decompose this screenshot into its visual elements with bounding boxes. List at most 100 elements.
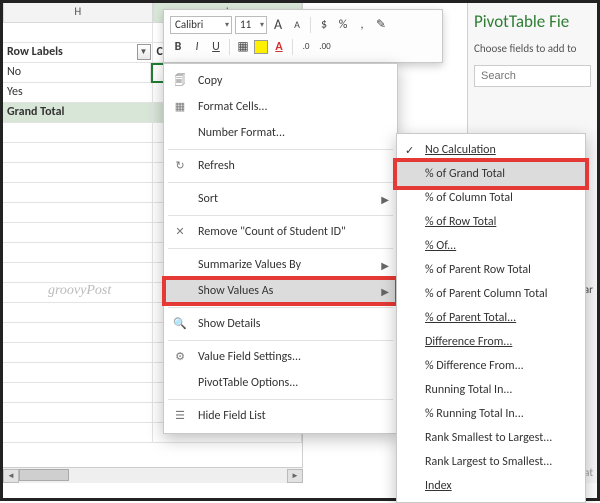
empty-cell[interactable]: [3, 143, 153, 163]
currency-format-button[interactable]: $: [316, 16, 332, 34]
menu-sort[interactable]: Sort▶: [164, 186, 397, 212]
format-cells-icon: ▦: [172, 99, 188, 115]
menu-summarize-values-by[interactable]: Summarize Values By▶: [164, 252, 397, 278]
percent-format-button[interactable]: %: [335, 16, 351, 34]
empty-cell[interactable]: [3, 263, 153, 283]
increase-decimal-button[interactable]: .0: [298, 38, 314, 56]
grow-font-button[interactable]: A: [270, 16, 286, 34]
empty-cell[interactable]: [3, 303, 153, 323]
menu-show-details[interactable]: 🔍 Show Details: [164, 311, 397, 337]
empty-cell[interactable]: [3, 123, 153, 143]
pivot-grand-total-label[interactable]: Grand Total: [3, 103, 153, 123]
italic-button[interactable]: I: [189, 38, 205, 56]
field-list-icon: ☰: [172, 408, 188, 424]
menu-value-field-settings[interactable]: ⚙ Value Field Settings...: [164, 344, 397, 370]
empty-cell[interactable]: [3, 343, 153, 363]
comma-format-button[interactable]: ,: [354, 16, 370, 34]
empty-cell[interactable]: [3, 163, 153, 183]
empty-cell[interactable]: [3, 423, 153, 443]
submenu-pct-of[interactable]: % Of...: [397, 234, 585, 258]
submenu-running-total[interactable]: Running Total In...: [397, 378, 585, 402]
field-settings-icon: ⚙: [172, 349, 188, 365]
menu-separator: [168, 182, 393, 183]
empty-cell[interactable]: [3, 243, 153, 263]
scroll-left-button[interactable]: ◄: [3, 469, 19, 483]
format-painter-button[interactable]: ✎: [373, 16, 389, 34]
empty-cell[interactable]: [3, 323, 153, 343]
menu-separator: [168, 307, 393, 308]
shrink-font-button[interactable]: A: [289, 16, 305, 34]
pivot-row-labels-header[interactable]: Row Labels ▼: [3, 43, 153, 63]
mini-toolbar: Calibri 11 A A $ % , ✎ B I U ▦ A .0 .00: [163, 9, 443, 63]
horizontal-scrollbar[interactable]: ◄ ►: [3, 467, 303, 483]
scroll-thumb[interactable]: [19, 469, 69, 481]
submenu-no-calculation[interactable]: ✓No Calculation: [397, 138, 585, 162]
column-header-h[interactable]: H: [3, 3, 153, 23]
menu-copy[interactable]: 🗐 Copy: [164, 68, 397, 94]
underline-button[interactable]: U: [208, 38, 224, 56]
menu-separator: [168, 248, 393, 249]
submenu-pct-grand-total[interactable]: % of Grand Total: [397, 162, 585, 186]
empty-cell[interactable]: [3, 403, 153, 423]
fill-color-button[interactable]: [254, 40, 268, 54]
submenu-label: % of Parent Row Total: [425, 263, 531, 277]
submenu-index[interactable]: Index: [397, 474, 585, 498]
submenu-label: Difference From...: [425, 335, 512, 349]
bold-button[interactable]: B: [170, 38, 186, 56]
menu-pivottable-options[interactable]: PivotTable Options...: [164, 370, 397, 396]
check-icon: ✓: [405, 144, 414, 157]
font-color-button[interactable]: A: [271, 38, 287, 56]
font-name-select[interactable]: Calibri: [170, 16, 232, 34]
menu-label: Number Format...: [198, 126, 285, 140]
show-details-icon: 🔍: [172, 316, 188, 332]
menu-remove-field[interactable]: ✕Remove "Count of Student ID": [164, 219, 397, 245]
submenu-label: Rank Smallest to Largest...: [425, 431, 552, 445]
menu-label: Copy: [198, 74, 222, 88]
pane-title: PivotTable Fie: [474, 11, 591, 32]
submenu-arrow-icon: ▶: [381, 285, 389, 298]
menu-number-format[interactable]: Number Format...: [164, 120, 397, 146]
menu-separator: [168, 149, 393, 150]
copy-icon: 🗐: [172, 73, 188, 89]
menu-show-values-as[interactable]: Show Values As▶: [164, 278, 397, 304]
remove-icon: ✕: [172, 224, 188, 240]
submenu-label: Index: [425, 479, 452, 493]
fields-search-input[interactable]: [474, 65, 591, 87]
submenu-rank-smallest[interactable]: Rank Smallest to Largest...: [397, 426, 585, 450]
borders-button[interactable]: ▦: [235, 38, 251, 56]
empty-cell[interactable]: [3, 223, 153, 243]
empty-cell[interactable]: [3, 383, 153, 403]
menu-separator: [168, 215, 393, 216]
submenu-pct-parent-row[interactable]: % of Parent Row Total: [397, 258, 585, 282]
menu-format-cells[interactable]: ▦Format Cells...: [164, 94, 397, 120]
menu-hide-field-list[interactable]: ☰Hide Field List: [164, 403, 397, 429]
submenu-pct-parent-column[interactable]: % of Parent Column Total: [397, 282, 585, 306]
filter-dropdown-icon[interactable]: ▼: [137, 44, 151, 60]
font-size-select[interactable]: 11: [235, 16, 267, 34]
empty-cell[interactable]: [3, 23, 153, 43]
submenu-pct-difference-from[interactable]: % Difference From...: [397, 354, 585, 378]
decrease-decimal-button[interactable]: .00: [317, 38, 333, 56]
submenu-difference-from[interactable]: Difference From...: [397, 330, 585, 354]
empty-cell[interactable]: [3, 363, 153, 383]
menu-label: Show Details: [198, 317, 261, 331]
menu-label: PivotTable Options...: [198, 376, 298, 390]
submenu-pct-running-total[interactable]: % Running Total In...: [397, 402, 585, 426]
refresh-icon: ↻: [172, 158, 188, 174]
scroll-track[interactable]: [19, 469, 287, 483]
pivot-row-yes[interactable]: Yes: [3, 83, 153, 103]
menu-separator: [168, 399, 393, 400]
empty-cell[interactable]: [3, 203, 153, 223]
empty-cell[interactable]: [3, 183, 153, 203]
submenu-pct-parent-total[interactable]: % of Parent Total...: [397, 306, 585, 330]
submenu-label: % of Parent Total...: [425, 311, 516, 325]
submenu-arrow-icon: ▶: [381, 193, 389, 206]
row-labels-text: Row Labels: [7, 45, 63, 59]
menu-label: Value Field Settings...: [198, 350, 301, 364]
submenu-pct-column-total[interactable]: % of Column Total: [397, 186, 585, 210]
pivot-row-no[interactable]: No: [3, 63, 151, 83]
submenu-pct-row-total[interactable]: % of Row Total: [397, 210, 585, 234]
menu-refresh[interactable]: ↻Refresh: [164, 153, 397, 179]
submenu-rank-largest[interactable]: Rank Largest to Smallest...: [397, 450, 585, 474]
scroll-right-button[interactable]: ►: [287, 469, 303, 483]
